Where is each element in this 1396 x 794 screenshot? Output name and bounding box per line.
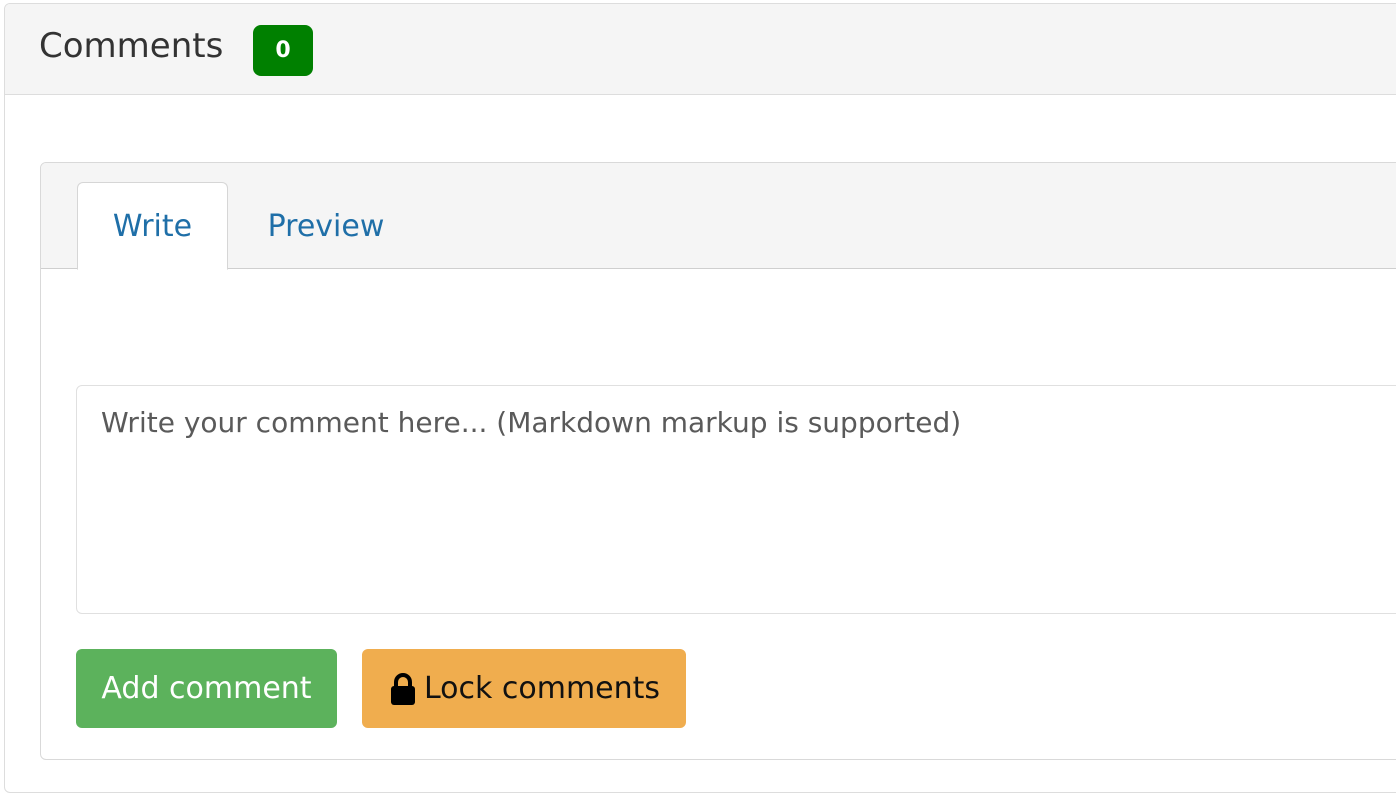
comments-title: Comments bbox=[39, 26, 224, 66]
add-comment-button[interactable]: Add comment bbox=[76, 649, 337, 728]
comments-panel: Comments 0 Write Preview Add comment Loc… bbox=[4, 3, 1396, 793]
comment-editor: Write Preview Add comment Lock comments bbox=[40, 162, 1396, 760]
lock-comments-label: Lock comments bbox=[423, 671, 661, 706]
comment-count-badge: 0 bbox=[253, 25, 313, 76]
comment-textarea[interactable] bbox=[76, 385, 1396, 614]
add-comment-label: Add comment bbox=[101, 671, 312, 706]
comments-header: Comments 0 bbox=[5, 4, 1396, 95]
lock-icon bbox=[388, 672, 418, 706]
editor-tabbar: Write Preview bbox=[41, 163, 1396, 270]
tab-preview[interactable]: Preview bbox=[246, 182, 406, 270]
tab-write[interactable]: Write bbox=[77, 182, 228, 270]
lock-comments-button[interactable]: Lock comments bbox=[362, 649, 686, 728]
